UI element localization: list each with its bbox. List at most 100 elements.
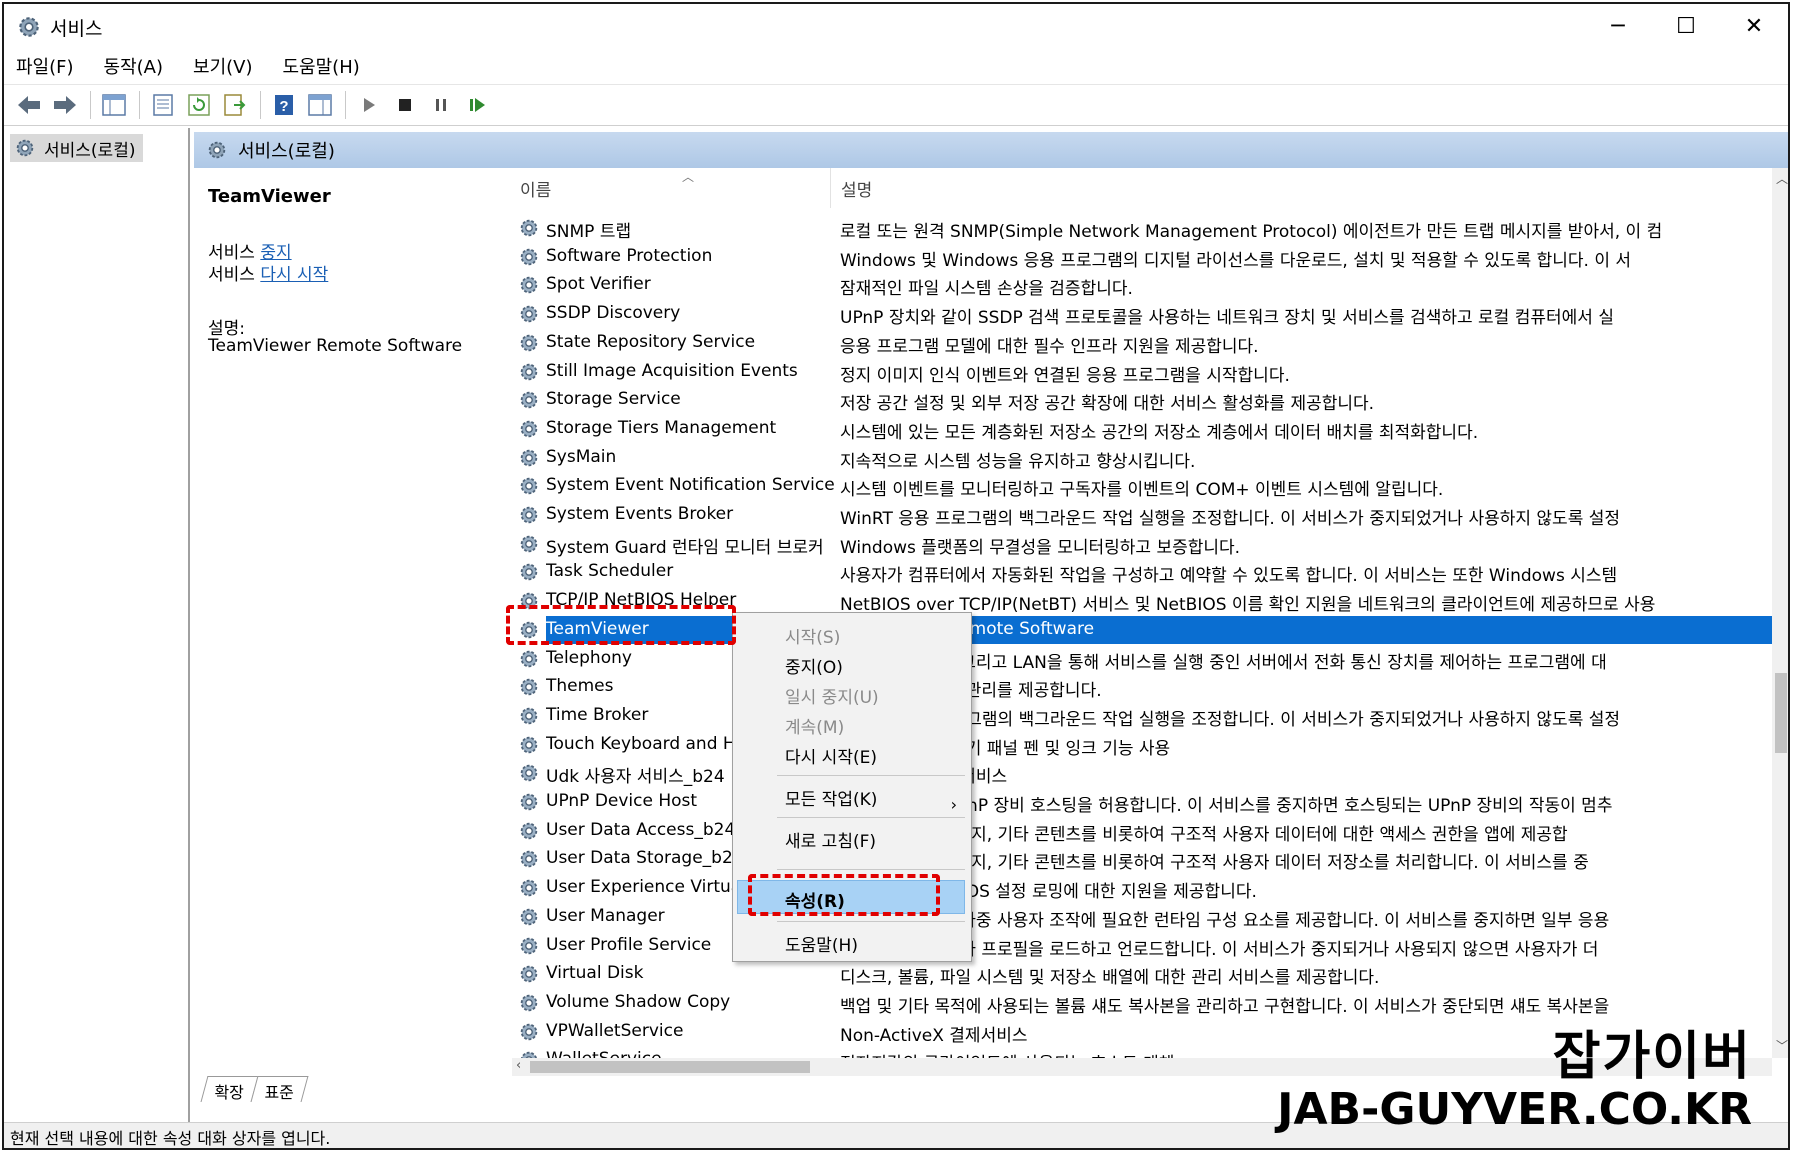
service-description: 이 컴퓨터에서 UPnP 장비 호스팅을 허용합니다. 이 서비스를 중지하면 … — [840, 796, 1613, 816]
window-title: 서비스 — [50, 18, 103, 40]
table-row[interactable]: Time Broker WinRT 응용 프로그램의 백그라운드 작업 실행을 조… — [512, 702, 1772, 730]
ctx-pause[interactable]: 일시 중지(U) — [785, 683, 879, 708]
table-row[interactable]: User Data Access_b24 연락처, 일정, 메시지, 기타 콘텐츠… — [512, 817, 1772, 845]
table-row[interactable]: System Guard 런타임 모니터 브로커 Windows 플랫폼의 무결성… — [512, 530, 1772, 558]
service-gear-icon — [520, 478, 538, 495]
restart-service-link[interactable]: 다시 시작 — [260, 265, 328, 285]
table-row[interactable]: SSDP Discovery UPnP 장치와 같이 SSDP 검색 프로토콜을 … — [512, 300, 1772, 328]
table-row[interactable]: Storage Tiers Management 시스템에 있는 모든 계층화된 … — [512, 415, 1772, 443]
table-row[interactable]: Udk 사용자 서비스_b24Shell 구성 요소 서비스 — [512, 759, 1772, 787]
vertical-scrollbar[interactable]: ︿ ﹀ — [1772, 168, 1788, 1058]
maximize-button[interactable]: ☐ — [1652, 4, 1720, 48]
table-row[interactable]: Telephony 로컬 컴퓨터에서 그리고 LAN을 통해 서비스를 실행 중인… — [512, 645, 1772, 673]
toolbar-separator — [260, 91, 261, 119]
minimize-button[interactable]: ─ — [1584, 4, 1652, 48]
service-name: SNMP 트랩 — [546, 222, 632, 242]
table-row[interactable]: User Profile Service 이 서비스는 사용자 프로필을 로드하고… — [512, 932, 1772, 960]
table-row[interactable]: User Data Storage_b24 연락처, 일정, 메시지, 기타 콘텐… — [512, 845, 1772, 873]
pause-icon[interactable] — [424, 90, 458, 120]
service-description: 로컬 컴퓨터에서 그리고 LAN을 통해 서비스를 실행 중인 서버에서 전화 … — [840, 652, 1607, 673]
service-gear-icon — [520, 363, 538, 380]
service-gear-icon — [520, 879, 538, 897]
context-menu-separator — [777, 817, 965, 818]
service-name: SSDP Discovery — [546, 303, 681, 324]
table-row[interactable]: User Manager 사용자 관리자는 다중 사용자 조작에 필요한 런타임 … — [512, 903, 1772, 931]
service-gear-icon — [520, 420, 538, 438]
service-name: System Guard 런타임 모니터 브로커 — [546, 537, 824, 558]
view-tabs: 확장 표준 — [200, 1076, 310, 1102]
table-row[interactable]: Spot Verifier 잠재적인 파일 시스템 손상을 검증합니다. — [512, 271, 1772, 299]
console-tree-icon[interactable] — [97, 90, 131, 120]
detail-service-name: TeamViewer — [208, 186, 331, 207]
show-hide-action-pane-icon[interactable] — [303, 90, 337, 120]
table-row[interactable]: Themes사용자 경험 테마 관리를 제공합니다. — [512, 673, 1772, 701]
table-row[interactable]: User Experience Virtualization Service 응용… — [512, 874, 1772, 902]
table-row[interactable]: Software Protection Windows 및 Windows 응용 … — [512, 243, 1772, 271]
service-description: Windows 및 Windows 응용 프로그램의 디지털 라이선스를 다운로… — [840, 250, 1632, 271]
vertical-scroll-thumb[interactable] — [1775, 673, 1787, 753]
column-header-name[interactable]: 이름 ︿ — [512, 168, 840, 208]
service-description: NetBIOS over TCP/IP(NetBT) 서비스 및 NetBIOS… — [840, 595, 1656, 616]
table-row[interactable]: Task Scheduler 사용자가 컴퓨터에서 자동화된 작업을 구성하고 예… — [512, 558, 1772, 586]
service-description: 시스템에 있는 모든 계층화된 저장소 공간의 저장소 계층에서 데이터 배치를… — [840, 422, 1479, 443]
table-row[interactable]: Volume Shadow Copy 백업 및 기타 목적에 사용되는 볼륨 섀도… — [512, 989, 1772, 1017]
ctx-start[interactable]: 시작(S) — [785, 623, 840, 648]
ctx-restart[interactable]: 다시 시작(E) — [785, 743, 877, 768]
help-icon[interactable]: ? — [267, 90, 301, 120]
play-icon[interactable] — [352, 90, 386, 120]
service-description: 시스템 이벤트를 모니터링하고 구독자를 이벤트의 COM+ 이벤트 시스템에 … — [840, 480, 1444, 501]
table-row[interactable]: Still Image Acquisition Events 정지 이미지 인식 … — [512, 358, 1772, 386]
tree-item-services-local[interactable]: 서비스(로컬) — [10, 134, 144, 162]
ctx-stop[interactable]: 중지(O) — [785, 653, 843, 678]
scroll-down-icon[interactable]: ﹀ — [1776, 1037, 1788, 1054]
stop-icon[interactable] — [388, 90, 422, 120]
service-gear-icon — [520, 219, 538, 237]
ctx-help[interactable]: 도움말(H) — [785, 931, 858, 956]
refresh-icon[interactable] — [182, 90, 216, 120]
service-gear-icon — [520, 535, 538, 552]
menu-file[interactable]: 파일(F) — [16, 53, 74, 79]
detail-description-text: TeamViewer Remote Software — [208, 336, 463, 356]
service-description: 연락처, 일정, 메시지, 기타 콘텐츠를 비롯하여 구조적 사용자 데이터에 … — [840, 824, 1568, 845]
context-menu-separator — [777, 869, 965, 870]
watermark-korean: 잡가이버 — [1552, 1027, 1752, 1087]
tab-standard[interactable]: 표준 — [250, 1076, 310, 1102]
toolbar-separator — [345, 91, 346, 119]
ctx-resume[interactable]: 계속(M) — [785, 713, 844, 738]
table-row[interactable]: Touch Keyboard and Handwriting Panel Ser… — [512, 731, 1772, 759]
services-gear-icon — [19, 17, 39, 37]
resume-icon[interactable] — [460, 90, 494, 120]
table-row[interactable]: System Events Broker WinRT 응용 프로그램의 백그라운드… — [512, 501, 1772, 529]
toolbar: ? — [4, 84, 1788, 126]
table-row[interactable]: Virtual Disk 디스크, 볼륨, 파일 시스템 및 저장소 배열에 대한… — [512, 960, 1772, 988]
column-header-description[interactable]: 설명 — [830, 168, 1770, 208]
service-description: 터치 키보드 및 필기 패널 펜 및 잉크 기능 사용 — [840, 738, 1171, 759]
properties-icon[interactable] — [146, 90, 180, 120]
menu-help[interactable]: 도움말(H) — [283, 53, 360, 79]
table-row[interactable]: SNMP 트랩 로컬 또는 원격 SNMP(Simple Network Mana… — [512, 214, 1772, 242]
scroll-up-icon[interactable]: ︿ — [1776, 170, 1788, 187]
menu-action[interactable]: 동작(A) — [104, 53, 163, 79]
table-row[interactable]: Storage Service 저장 공간 설정 및 외부 저장 공간 확장에 대… — [512, 386, 1772, 414]
table-row[interactable]: UPnP Device Host 이 컴퓨터에서 UPnP 장비 호스팅을 허용합… — [512, 788, 1772, 816]
service-description: WinRT 응용 프로그램의 백그라운드 작업 실행을 조정합니다. 이 서비스… — [840, 509, 1621, 529]
table-row[interactable]: System Event Notification Service 시스템 이벤트… — [512, 472, 1772, 500]
service-description: 로컬 또는 원격 SNMP(Simple Network Management … — [840, 222, 1663, 242]
back-arrow-icon[interactable] — [12, 90, 46, 120]
service-description: 저장 공간 설정 및 외부 저장 공간 확장에 대한 서비스 활성화를 제공합니… — [840, 394, 1375, 415]
ctx-all-tasks[interactable]: 모든 작업(K) — [785, 785, 877, 810]
scroll-left-icon[interactable]: ‹ — [516, 1058, 521, 1073]
horizontal-scroll-thumb[interactable] — [530, 1061, 810, 1073]
export-list-icon[interactable] — [218, 90, 252, 120]
toolbar-separator — [90, 91, 91, 119]
table-row[interactable]: SysMain 지속적으로 시스템 성능을 유지하고 향상시킵니다. — [512, 444, 1772, 472]
forward-arrow-icon[interactable] — [48, 90, 82, 120]
ctx-refresh[interactable]: 새로 고침(F) — [785, 827, 876, 852]
table-row[interactable]: State Repository Service 응용 프로그램 모델에 대한 필… — [512, 329, 1772, 357]
tab-extended[interactable]: 확장 — [200, 1076, 259, 1102]
service-gear-icon — [520, 449, 538, 466]
close-button[interactable]: ✕ — [1720, 4, 1788, 48]
pane-header: 서비스(로컬) — [194, 132, 1788, 168]
service-description: 사용자 경험 테마 관리를 제공합니다. — [840, 681, 1102, 702]
menu-view[interactable]: 보기(V) — [193, 53, 252, 79]
